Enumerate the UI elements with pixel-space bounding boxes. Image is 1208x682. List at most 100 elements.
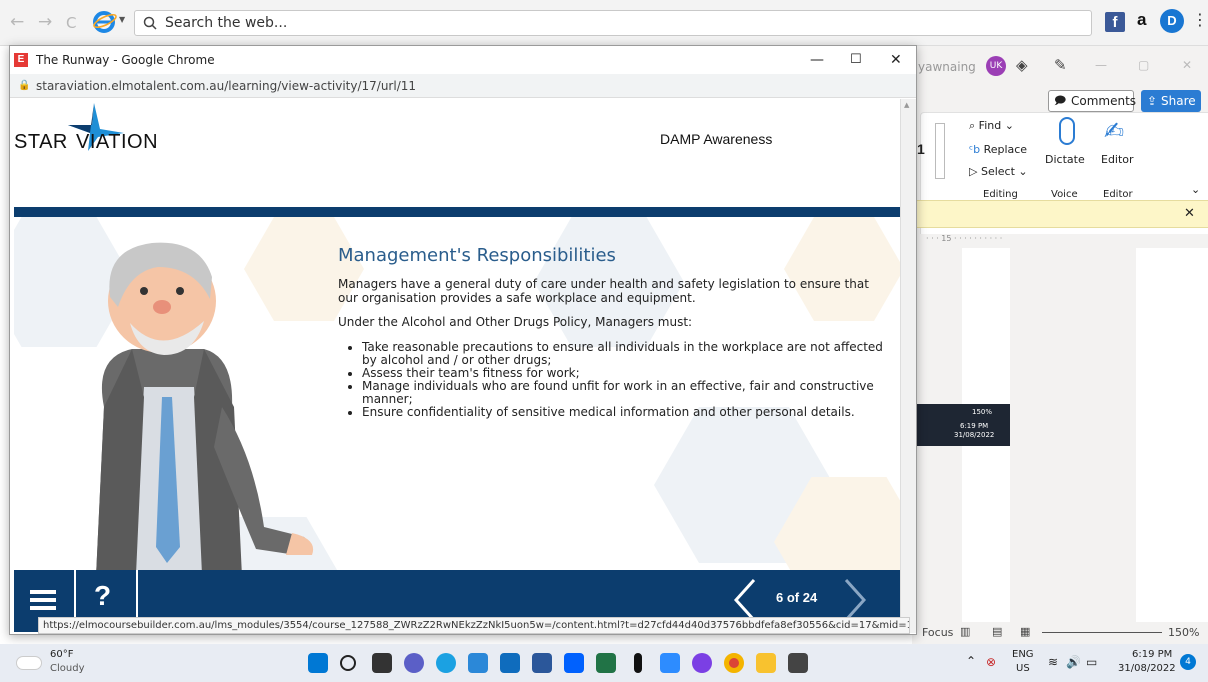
volume-icon[interactable]: 🔊 (1066, 655, 1081, 669)
circle-app-icon[interactable] (692, 653, 712, 673)
font-size-value[interactable]: 1 (917, 141, 925, 157)
weather-temp[interactable]: 60°F (50, 649, 73, 660)
mini-taskbar-preview: 150% 6:19 PM 31/08/2022 (912, 404, 1010, 446)
notification-badge[interactable]: 4 (1180, 654, 1196, 670)
policy-line: Under the Alcohol and Other Drugs Policy… (338, 315, 693, 329)
tray-chevron-icon[interactable]: ⌃ (966, 654, 976, 668)
clock-date[interactable]: 31/08/2022 (1118, 663, 1176, 674)
minimize-icon[interactable]: — (1095, 58, 1107, 72)
snipping-tool-icon[interactable] (788, 653, 808, 673)
read-mode-icon[interactable]: ▥ (960, 625, 970, 638)
editor-label[interactable]: Editor (1101, 153, 1134, 166)
popup-close-icon[interactable]: ✕ (890, 46, 902, 74)
intro-paragraph: Managers have a general duty of care und… (338, 277, 869, 305)
region-label[interactable]: US (1016, 663, 1030, 674)
refresh-button[interactable]: C (66, 14, 76, 32)
zoom-app-icon[interactable] (660, 653, 680, 673)
popup-minimize-icon[interactable]: — (810, 46, 824, 74)
microphone-icon[interactable] (1059, 117, 1075, 145)
pen-icon[interactable]: ✎ (1054, 56, 1067, 74)
comments-label: Comments (1071, 94, 1137, 108)
amazon-icon[interactable]: a (1137, 10, 1146, 30)
mail-icon[interactable] (500, 653, 520, 673)
wifi-icon[interactable]: ≋ (1048, 655, 1058, 669)
start-icon[interactable] (308, 653, 328, 673)
search-icon (143, 11, 157, 43)
message-bar: ✕ (912, 200, 1208, 228)
course-header: STAR VIATION DAMP Awareness (14, 99, 900, 207)
document-page[interactable] (962, 248, 1010, 644)
language-label[interactable]: ENG (1012, 649, 1034, 660)
search-taskbar-icon[interactable] (340, 655, 356, 671)
mini-date: 31/08/2022 (954, 431, 995, 439)
module-title: DAMP Awareness (660, 131, 773, 147)
cloud-icon[interactable] (16, 656, 42, 670)
list-item: Ensure confidentiality of sensitive medi… (362, 406, 884, 419)
manager-illustration (92, 242, 314, 619)
comment-icon: 🗩 (1054, 94, 1067, 107)
responsibilities-list: Take reasonable precautions to ensure al… (362, 341, 884, 419)
weather-condition[interactable]: Cloudy (50, 663, 84, 674)
search-input[interactable]: Search the web... (134, 10, 1092, 36)
replace-label: Replace (983, 143, 1028, 156)
editor-group-label: Editor (1103, 189, 1133, 200)
ribbon-collapse-icon[interactable]: ⌄ (1191, 183, 1200, 196)
chat-icon[interactable] (404, 653, 424, 673)
web-layout-icon[interactable]: ▦ (1020, 625, 1030, 638)
battery-icon[interactable]: ▭ (1086, 655, 1097, 669)
ruler: · · · 15 · · · · · · · · · · (912, 234, 1208, 248)
chrome-icon[interactable] (724, 653, 744, 673)
print-layout-icon[interactable]: ▤ (992, 625, 1002, 638)
header-divider (14, 207, 900, 217)
word-user-name: yawnaing (918, 60, 976, 74)
forward-button[interactable]: → (38, 12, 52, 32)
user-avatar[interactable]: UK (986, 56, 1006, 76)
replace-button[interactable]: ᶜb Replace (969, 143, 1027, 156)
word-app-icon[interactable] (532, 653, 552, 673)
editing-group-label: Editing (983, 189, 1018, 200)
message-close-icon[interactable]: ✕ (1184, 206, 1195, 221)
share-button[interactable]: ⇪ Share (1141, 90, 1201, 112)
find-button[interactable]: ⌕ Find ⌄ (969, 119, 1014, 133)
task-view-icon[interactable] (372, 653, 392, 673)
restore-icon[interactable]: ▢ (1138, 58, 1149, 72)
word-statusbar: Focus ▥ ▤ ▦ 150% (912, 622, 1208, 644)
file-explorer-icon[interactable] (756, 653, 776, 673)
share-label: Share (1161, 94, 1196, 108)
diamond-icon[interactable]: ◈ (1016, 56, 1028, 74)
excel-icon[interactable] (596, 653, 616, 673)
size-spinner[interactable] (935, 123, 945, 179)
popup-maximize-icon[interactable]: ☐ (850, 46, 862, 74)
course-popup-window: E The Runway - Google Chrome — ☐ ✕ 🔒 sta… (9, 45, 917, 635)
ie-logo-icon[interactable] (92, 9, 118, 35)
lock-icon: 🔒 (18, 80, 31, 91)
document-page-right[interactable] (1136, 248, 1208, 644)
tray-network-alert-icon[interactable]: ⊗ (986, 655, 996, 669)
editor-icon[interactable]: ✍ (1104, 117, 1124, 145)
select-button[interactable]: ▷ Select ⌄ (969, 165, 1028, 178)
zoom-level[interactable]: 150% (1168, 626, 1199, 639)
more-menu-icon[interactable]: ⋮ (1192, 10, 1208, 29)
store-icon[interactable] (468, 653, 488, 673)
extension-icon[interactable]: D (1160, 9, 1184, 33)
zoom-slider[interactable] (1042, 632, 1162, 633)
scroll-up-icon[interactable]: ▲ (904, 101, 909, 109)
clock-time[interactable]: 6:19 PM (1132, 649, 1172, 660)
hamburger-menu-icon (30, 590, 56, 610)
dropbox-icon[interactable] (564, 653, 584, 673)
ie-dropdown-icon[interactable]: ▼ (119, 15, 125, 24)
popup-address-bar[interactable]: 🔒 staraviation.elmotalent.com.au/learnin… (10, 74, 916, 98)
content-area: Management's Responsibilities Managers h… (14, 217, 900, 619)
focus-label[interactable]: Focus (922, 626, 953, 639)
share-icon: ⇪ (1147, 94, 1158, 108)
comments-button[interactable]: 🗩 Comments (1048, 90, 1137, 112)
back-button[interactable]: ← (10, 12, 24, 32)
popup-scrollbar[interactable]: ▲ (900, 99, 916, 633)
dictate-label[interactable]: Dictate (1045, 153, 1085, 166)
elmo-favicon-icon: E (14, 53, 28, 67)
bolt-app-icon[interactable] (634, 653, 642, 673)
edge-icon[interactable] (436, 653, 456, 673)
popup-url: staraviation.elmotalent.com.au/learning/… (36, 79, 417, 93)
close-icon[interactable]: ✕ (1182, 58, 1192, 72)
facebook-icon[interactable]: f (1105, 12, 1125, 32)
